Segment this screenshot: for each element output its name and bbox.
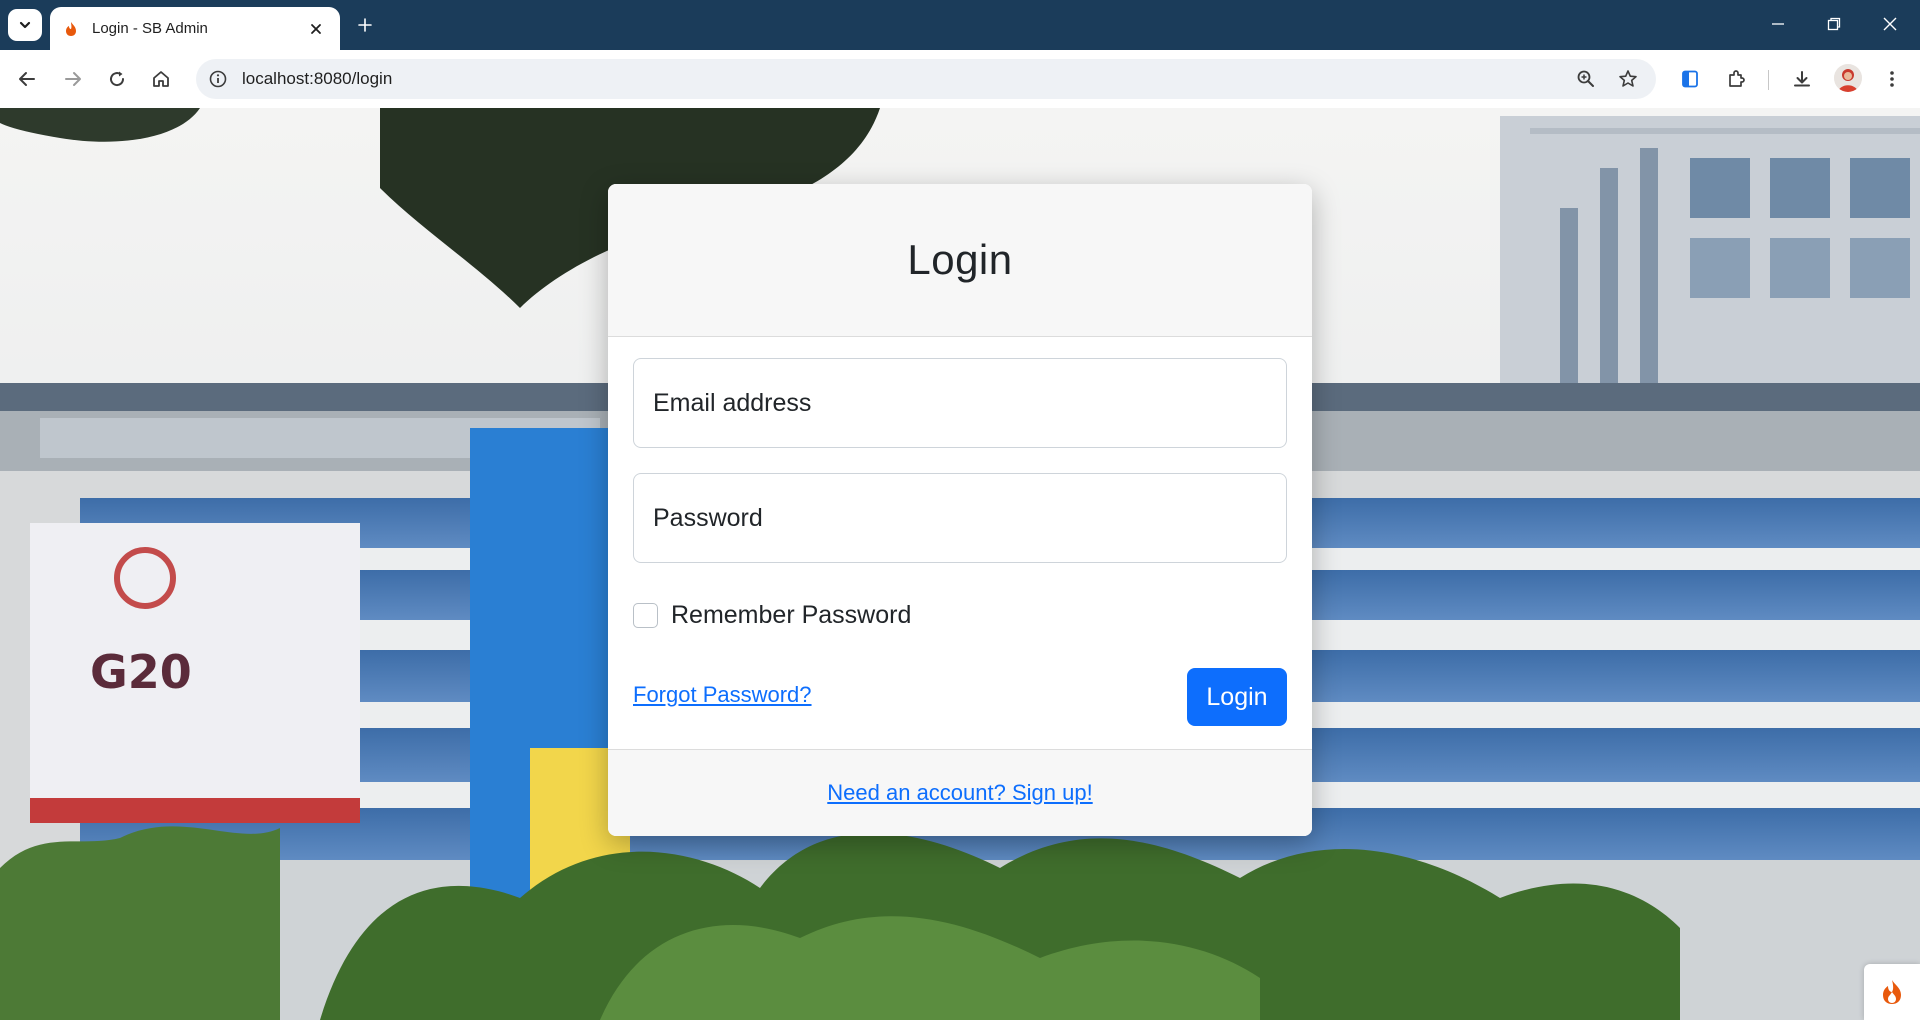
side-panel-button[interactable]: [1674, 63, 1706, 95]
back-icon: [19, 72, 35, 86]
site-info-button[interactable]: [204, 65, 232, 93]
password-field-label: Password: [653, 503, 763, 532]
downloads-button[interactable]: [1786, 63, 1818, 95]
tab-close-button[interactable]: [306, 19, 326, 39]
restore-button[interactable]: [1814, 8, 1854, 40]
forward-icon: [65, 72, 81, 86]
extensions-button[interactable]: [1720, 63, 1752, 95]
remember-password-row: Remember Password: [633, 601, 911, 630]
site-info-icon: [209, 70, 227, 88]
zoom-icon: [1577, 70, 1594, 87]
svg-text:G20: G20: [90, 645, 192, 699]
profile-avatar[interactable]: [1834, 64, 1862, 92]
url-text[interactable]: localhost:8080/login: [242, 69, 392, 89]
home-icon: [153, 71, 169, 87]
sidebar-icon: [1682, 70, 1698, 88]
email-field-label: Email address: [653, 388, 812, 417]
floating-flame-button[interactable]: [1864, 964, 1920, 1020]
browser-tab-active[interactable]: Login - SB Admin: [50, 7, 340, 50]
back-button[interactable]: [10, 62, 44, 96]
tab-search-button[interactable]: [8, 9, 42, 41]
bookmark-button[interactable]: [1614, 65, 1642, 93]
download-icon: [1794, 71, 1810, 87]
browser-tab-strip: Login - SB Admin: [0, 0, 1920, 50]
browser-toolbar: localhost:8080/login: [0, 50, 1920, 108]
restore-icon: [1827, 17, 1841, 31]
remember-password-checkbox[interactable]: [633, 603, 658, 628]
plus-icon: [358, 18, 372, 32]
favicon-flame-icon: [66, 21, 76, 36]
page-viewport: G20 Login Email address Password Remembe…: [0, 108, 1920, 1020]
toolbar-divider: [1768, 70, 1769, 90]
new-tab-button[interactable]: [352, 12, 378, 38]
login-card: Login Email address Password Remember Pa…: [608, 184, 1312, 836]
tab-title: Login - SB Admin: [92, 20, 208, 37]
email-field[interactable]: Email address: [633, 358, 1287, 448]
address-bar[interactable]: localhost:8080/login: [196, 59, 1656, 99]
home-button[interactable]: [144, 62, 178, 96]
password-field[interactable]: Password: [633, 473, 1287, 563]
avatar-image: [1834, 64, 1862, 92]
extensions-icon: [1729, 70, 1745, 87]
login-card-header: Login: [608, 184, 1312, 337]
close-icon: [311, 23, 321, 34]
reload-icon: [110, 71, 125, 87]
forward-button[interactable]: [56, 62, 90, 96]
remember-password-label[interactable]: Remember Password: [671, 601, 911, 630]
forgot-password-link[interactable]: Forgot Password?: [633, 682, 812, 708]
signup-link[interactable]: Need an account? Sign up!: [827, 780, 1092, 806]
close-window-button[interactable]: [1870, 8, 1910, 40]
reload-button[interactable]: [100, 62, 134, 96]
minimize-icon: [1772, 23, 1784, 25]
minimize-button[interactable]: [1758, 8, 1798, 40]
zoom-button[interactable]: [1572, 65, 1600, 93]
chevron-down-icon: [19, 21, 31, 29]
chrome-menu-button[interactable]: [1876, 63, 1908, 95]
flame-icon: [1883, 980, 1901, 1004]
page-title: Login: [907, 236, 1013, 283]
close-icon: [1883, 17, 1897, 31]
star-icon: [1619, 70, 1637, 87]
kebab-menu-icon: [1890, 71, 1894, 87]
login-button[interactable]: Login: [1187, 668, 1287, 726]
login-card-footer: Need an account? Sign up!: [608, 749, 1312, 836]
